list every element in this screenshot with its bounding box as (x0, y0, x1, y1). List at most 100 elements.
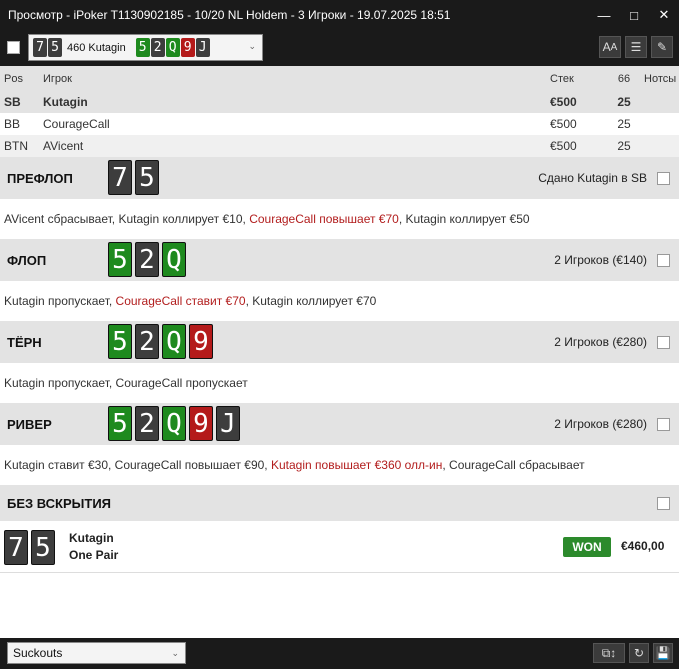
street-info: 2 Игроков (€140) (554, 253, 647, 267)
playing-card: 5 (108, 324, 132, 359)
board-cards: 52Q9J (135, 38, 211, 57)
board-card: Q (165, 38, 180, 57)
close-icon[interactable]: ✕ (649, 0, 679, 30)
showdown-checkbox[interactable] (657, 496, 670, 510)
action-text: , Kutagin коллирует €70 (245, 294, 377, 308)
street-cards: 75 (108, 160, 159, 195)
street-name: ПРЕФЛОП (7, 170, 73, 186)
playing-card: 9 (189, 406, 213, 441)
col-stack: Стек (550, 72, 574, 85)
col-pos: Pos (4, 72, 23, 85)
street-header: ТЁРН 5 2 Q 9 2 Игроков (€280) (0, 321, 679, 363)
action-text: Kutagin пропускает, (4, 294, 116, 308)
aggressive-action: CourageCall ставит €70 (115, 294, 246, 308)
playing-card: 7 (108, 160, 132, 195)
street-name: РИВЕР (7, 416, 52, 432)
player-pos: SB (4, 95, 21, 109)
won-badge: WON (563, 537, 611, 557)
minimize-icon[interactable]: — (589, 0, 619, 30)
street-info: 2 Игроков (€280) (554, 417, 647, 431)
playing-card: Q (162, 406, 186, 441)
street-cards: 52Q9J (108, 406, 240, 441)
street-cards: 52Q9 (108, 324, 213, 359)
street-actions: Kutagin пропускает, CourageCall ставит €… (0, 281, 679, 321)
street-checkbox[interactable] (657, 335, 670, 349)
result-card: 7 (4, 530, 28, 565)
title-bar: Просмотр - iPoker T1130902185 - 10/20 NL… (0, 0, 679, 30)
street-checkbox[interactable] (657, 253, 670, 267)
edit-icon[interactable]: ✎ (651, 36, 673, 58)
player-row[interactable]: SB Kutagin €500 25 (0, 91, 679, 113)
winner-hand: One Pair (69, 548, 119, 562)
board-card: J (195, 38, 210, 57)
street-actions: AVicent сбрасывает, Kutagin коллирует €1… (0, 199, 679, 239)
playing-card: J (216, 406, 240, 441)
maximize-icon[interactable]: □ (619, 0, 649, 30)
player-name: AVicent (43, 139, 84, 153)
players-header: Pos Игрок Стек 66 Нотсы (0, 66, 679, 91)
list-icon[interactable]: ☰ (625, 36, 647, 58)
select-checkbox[interactable] (7, 41, 20, 54)
col-bb: 66 (617, 72, 631, 85)
showdown-header: БЕЗ ВСКРЫТИЯ (0, 485, 679, 521)
playing-card: Q (162, 242, 186, 277)
player-name: CourageCall (43, 117, 110, 131)
playing-card: 2 (135, 242, 159, 277)
playing-card: Q (162, 324, 186, 359)
street-cards: 52Q (108, 242, 186, 277)
hand-selector-label: 460 Kutagin (67, 41, 126, 54)
streets-container: ПРЕФЛОП 7 5 Сдано Kutagin в SB AVicent сбрас… (0, 157, 679, 485)
winner-name: Kutagin (69, 531, 114, 545)
player-stack: €500 (550, 117, 577, 131)
player-bb: 25 (617, 139, 631, 153)
board-card: 9 (180, 38, 195, 57)
won-amount: €460,00 (621, 539, 665, 553)
street-info: 2 Игроков (€280) (554, 335, 647, 349)
showdown-title: БЕЗ ВСКРЫТИЯ (7, 495, 112, 511)
street-header: ФЛОП 5 2 Q 2 Игроков (€140) (0, 239, 679, 281)
player-bb: 25 (617, 117, 631, 131)
aggressive-action: CourageCall повышает €70 (249, 212, 399, 226)
board-card: 2 (150, 38, 165, 57)
action-text: , Kutagin коллирует €50 (398, 212, 530, 226)
street-actions: Kutagin пропускает, CourageCall пропуска… (0, 363, 679, 403)
street-checkbox[interactable] (657, 171, 670, 185)
player-name: Kutagin (43, 95, 88, 109)
filter-select[interactable]: Suckouts ⌄ (7, 642, 186, 664)
font-size-icon[interactable]: AA (599, 36, 621, 58)
chevron-down-icon[interactable]: ⌄ (171, 643, 179, 663)
board-card: 5 (135, 38, 150, 57)
playing-card: 9 (189, 324, 213, 359)
street-header: ПРЕФЛОП 7 5 Сдано Kutagin в SB (0, 157, 679, 199)
toolbar: 7 5 460 Kutagin 52Q9J ⌄ AA ☰ ✎ (0, 30, 679, 66)
hole-card: 5 (48, 38, 62, 57)
player-stack: €500 (550, 95, 577, 109)
refresh-icon[interactable]: ↻ (629, 643, 649, 663)
filter-value: Suckouts (13, 646, 63, 660)
player-row[interactable]: BB CourageCall €500 25 (0, 113, 679, 135)
aggressive-action: Kutagin повышает €360 олл-ин (270, 458, 443, 472)
player-pos: BTN (4, 139, 28, 153)
bottom-bar: Suckouts ⌄ ⧉↕ ↻ 💾 (0, 638, 679, 669)
chevron-down-icon[interactable]: ⌄ (248, 41, 256, 52)
action-text: Kutagin пропускает, CourageCall пропуска… (4, 376, 248, 390)
hand-replay-content: Pos Игрок Стек 66 Нотсы SB Kutagin €500 … (0, 66, 679, 638)
playing-card: 5 (108, 406, 132, 441)
player-pos: BB (4, 117, 21, 131)
player-bb: 25 (617, 95, 631, 109)
street-name: ФЛОП (7, 252, 47, 268)
playing-card: 2 (135, 324, 159, 359)
hole-card: 7 (33, 38, 47, 57)
hand-selector[interactable]: 7 5 460 Kutagin 52Q9J ⌄ (28, 34, 263, 61)
action-text: AVicent сбрасывает, Kutagin коллирует €1… (4, 212, 250, 226)
copy-icon[interactable]: ⧉↕ (593, 643, 625, 663)
playing-card: 2 (135, 406, 159, 441)
player-row[interactable]: BTN AVicent €500 25 (0, 135, 679, 157)
street-checkbox[interactable] (657, 417, 670, 431)
result-cards: 7 5 (4, 530, 55, 565)
street-actions: Kutagin ставит €30, CourageCall повышает… (0, 445, 679, 485)
save-icon[interactable]: 💾 (653, 643, 673, 663)
player-stack: €500 (550, 139, 577, 153)
action-text: Kutagin ставит €30, CourageCall повышает… (4, 458, 271, 472)
street-header: РИВЕР 5 2 Q 9 J 2 Игроков (€280) (0, 403, 679, 445)
